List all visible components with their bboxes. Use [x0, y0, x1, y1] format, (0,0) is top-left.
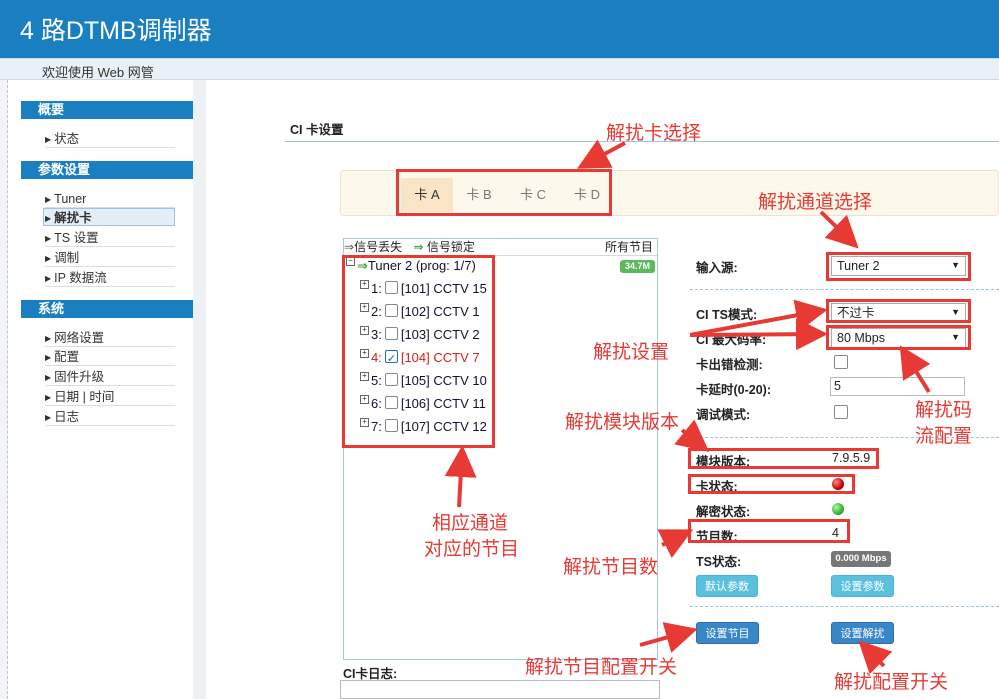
- sidebar-item-descramble-card[interactable]: ▶ 解扰卡: [43, 208, 175, 226]
- annotation-descramble-settings: 解扰设置: [593, 342, 670, 363]
- sidebar-item-label: 固件升级: [54, 370, 105, 384]
- highlight-card-status: [688, 474, 855, 494]
- card-error-checkbox[interactable]: [834, 355, 848, 369]
- sidebar-item-label: 网络设置: [54, 331, 105, 345]
- sidebar-item-label: 日期 | 时间: [54, 390, 115, 404]
- triangle-right-icon: ▶: [45, 334, 52, 343]
- annotation-module-version: 解扰模块版本: [565, 412, 680, 433]
- arrow-right-green-icon: ⇒: [413, 240, 424, 254]
- legend-signal-lost: 信号丢失: [354, 240, 403, 254]
- sidebar-item-label: 状态: [54, 132, 80, 146]
- triangle-right-icon: ▶: [45, 214, 52, 223]
- set-descramble-button[interactable]: 设置解扰: [831, 622, 894, 644]
- input-source-label: 输入源:: [696, 261, 738, 275]
- set-programs-button[interactable]: 设置节目: [696, 622, 759, 644]
- debug-mode-label: 调试模式:: [696, 408, 751, 422]
- welcome-text: 欢迎使用 Web 网管: [42, 65, 154, 80]
- legend-signal-locked: 信号锁定: [426, 240, 475, 254]
- triangle-right-icon: ▶: [45, 413, 52, 422]
- set-params-button[interactable]: 设置参数: [831, 575, 894, 597]
- sidebar-item-label: TS 设置: [54, 231, 99, 245]
- annotation-rate-config-2: 流配置: [915, 426, 973, 447]
- triangle-right-icon: ▶: [45, 234, 52, 243]
- sidebar-item-firmware[interactable]: ▶ 固件升级: [45, 368, 175, 386]
- annotation-rate-config-1: 解扰码: [915, 400, 973, 421]
- highlight-program-list: [342, 255, 495, 448]
- sidebar-item-log[interactable]: ▶ 日志: [45, 408, 175, 426]
- sidebar-item-label: 日志: [54, 410, 80, 424]
- sidebar-item-ts-settings[interactable]: ▶ TS 设置: [45, 229, 175, 247]
- highlight-max-rate: [826, 325, 971, 350]
- sidebar-item-label: Tuner: [54, 192, 87, 206]
- annotation-programs-1: 相应通道: [432, 513, 509, 534]
- sidebar-item-status[interactable]: ▶ 状态: [45, 130, 175, 148]
- decrypt-status-label: 解密状态:: [696, 505, 751, 519]
- decrypt-status-indicator: [832, 503, 844, 515]
- triangle-right-icon: ▶: [45, 353, 52, 362]
- sidebar-item-tuner[interactable]: ▶ Tuner: [45, 190, 175, 208]
- delay-input[interactable]: 5: [830, 377, 965, 396]
- arrow-config-switch: [858, 640, 893, 675]
- sidebar-item-network[interactable]: ▶ 网络设置: [45, 329, 175, 347]
- sidebar-item-modulation[interactable]: ▶ 调制: [45, 249, 175, 267]
- card-error-label: 卡出错检测:: [696, 358, 763, 372]
- sidebar-item-datetime[interactable]: ▶ 日期 | 时间: [45, 388, 175, 406]
- sidebar-section-params: 参数设置: [21, 161, 193, 179]
- arrow-program-count: [657, 529, 694, 559]
- ci-log-box: [340, 680, 660, 699]
- sidebar-item-config[interactable]: ▶ 配置: [45, 348, 175, 366]
- sidebar-item-label: 调制: [54, 251, 80, 265]
- left-edge-stripe: [0, 80, 8, 699]
- max-rate-label: CI 最大码率:: [696, 333, 767, 347]
- sidebar-divider: [193, 80, 206, 699]
- sidebar-item-ip-stream[interactable]: ▶ IP 数据流: [45, 269, 175, 287]
- legend-all-programs: 所有节目: [604, 240, 653, 254]
- page-title: CI 卡设置: [290, 123, 344, 137]
- annotation-program-config-switch: 解扰节目配置开关: [525, 657, 678, 678]
- sidebar-item-label: 配置: [54, 350, 80, 364]
- triangle-right-icon: ▶: [45, 393, 52, 402]
- delay-label: 卡延时(0-20):: [696, 383, 772, 397]
- annotation-program-count: 解扰节目数: [563, 557, 659, 578]
- annotation-card-select: 解扰卡选择: [606, 123, 702, 144]
- sidebar-section-system: 系统: [21, 300, 193, 318]
- arrow-card-select: [576, 139, 626, 169]
- ts-mode-label: CI TS模式:: [696, 308, 758, 322]
- annotation-channel-select: 解扰通道选择: [758, 192, 873, 213]
- arrow-right-icon: ⇒: [344, 240, 355, 254]
- highlight-program-count: [688, 519, 850, 543]
- triangle-right-icon: ▶: [45, 254, 52, 263]
- sidebar-item-label: IP 数据流: [54, 271, 107, 285]
- triangle-right-icon: ▶: [45, 195, 52, 204]
- sidebar-section-overview: 概要: [21, 101, 193, 119]
- sidebar-item-label: 解扰卡: [54, 211, 92, 225]
- ts-status-badge: 0.000 Mbps: [831, 551, 891, 567]
- arrow-module-version: [674, 419, 710, 453]
- highlight-module-version: [688, 448, 879, 469]
- bitrate-badge: 34.7M: [620, 260, 655, 273]
- arrow-channel-select: [819, 210, 859, 249]
- annotation-programs-2: 对应的节目: [424, 539, 520, 560]
- triangle-right-icon: ▶: [45, 373, 52, 382]
- tree-legend: ⇒信号丢失 ⇒ 信号锁定 所有节目: [344, 239, 657, 256]
- divider: [690, 289, 999, 290]
- highlight-card-tabs: [396, 169, 612, 216]
- triangle-right-icon: ▶: [45, 135, 52, 144]
- ts-status-label: TS状态:: [696, 555, 742, 569]
- annotation-config-switch: 解扰配置开关: [834, 672, 949, 693]
- default-params-button[interactable]: 默认参数: [696, 575, 758, 597]
- debug-mode-checkbox[interactable]: [834, 405, 848, 419]
- highlight-ts-mode: [826, 299, 971, 323]
- highlight-input-source: [826, 252, 971, 281]
- triangle-right-icon: ▶: [45, 274, 52, 283]
- divider: [690, 606, 999, 607]
- app-title: 4 路DTMB调制器: [20, 17, 212, 45]
